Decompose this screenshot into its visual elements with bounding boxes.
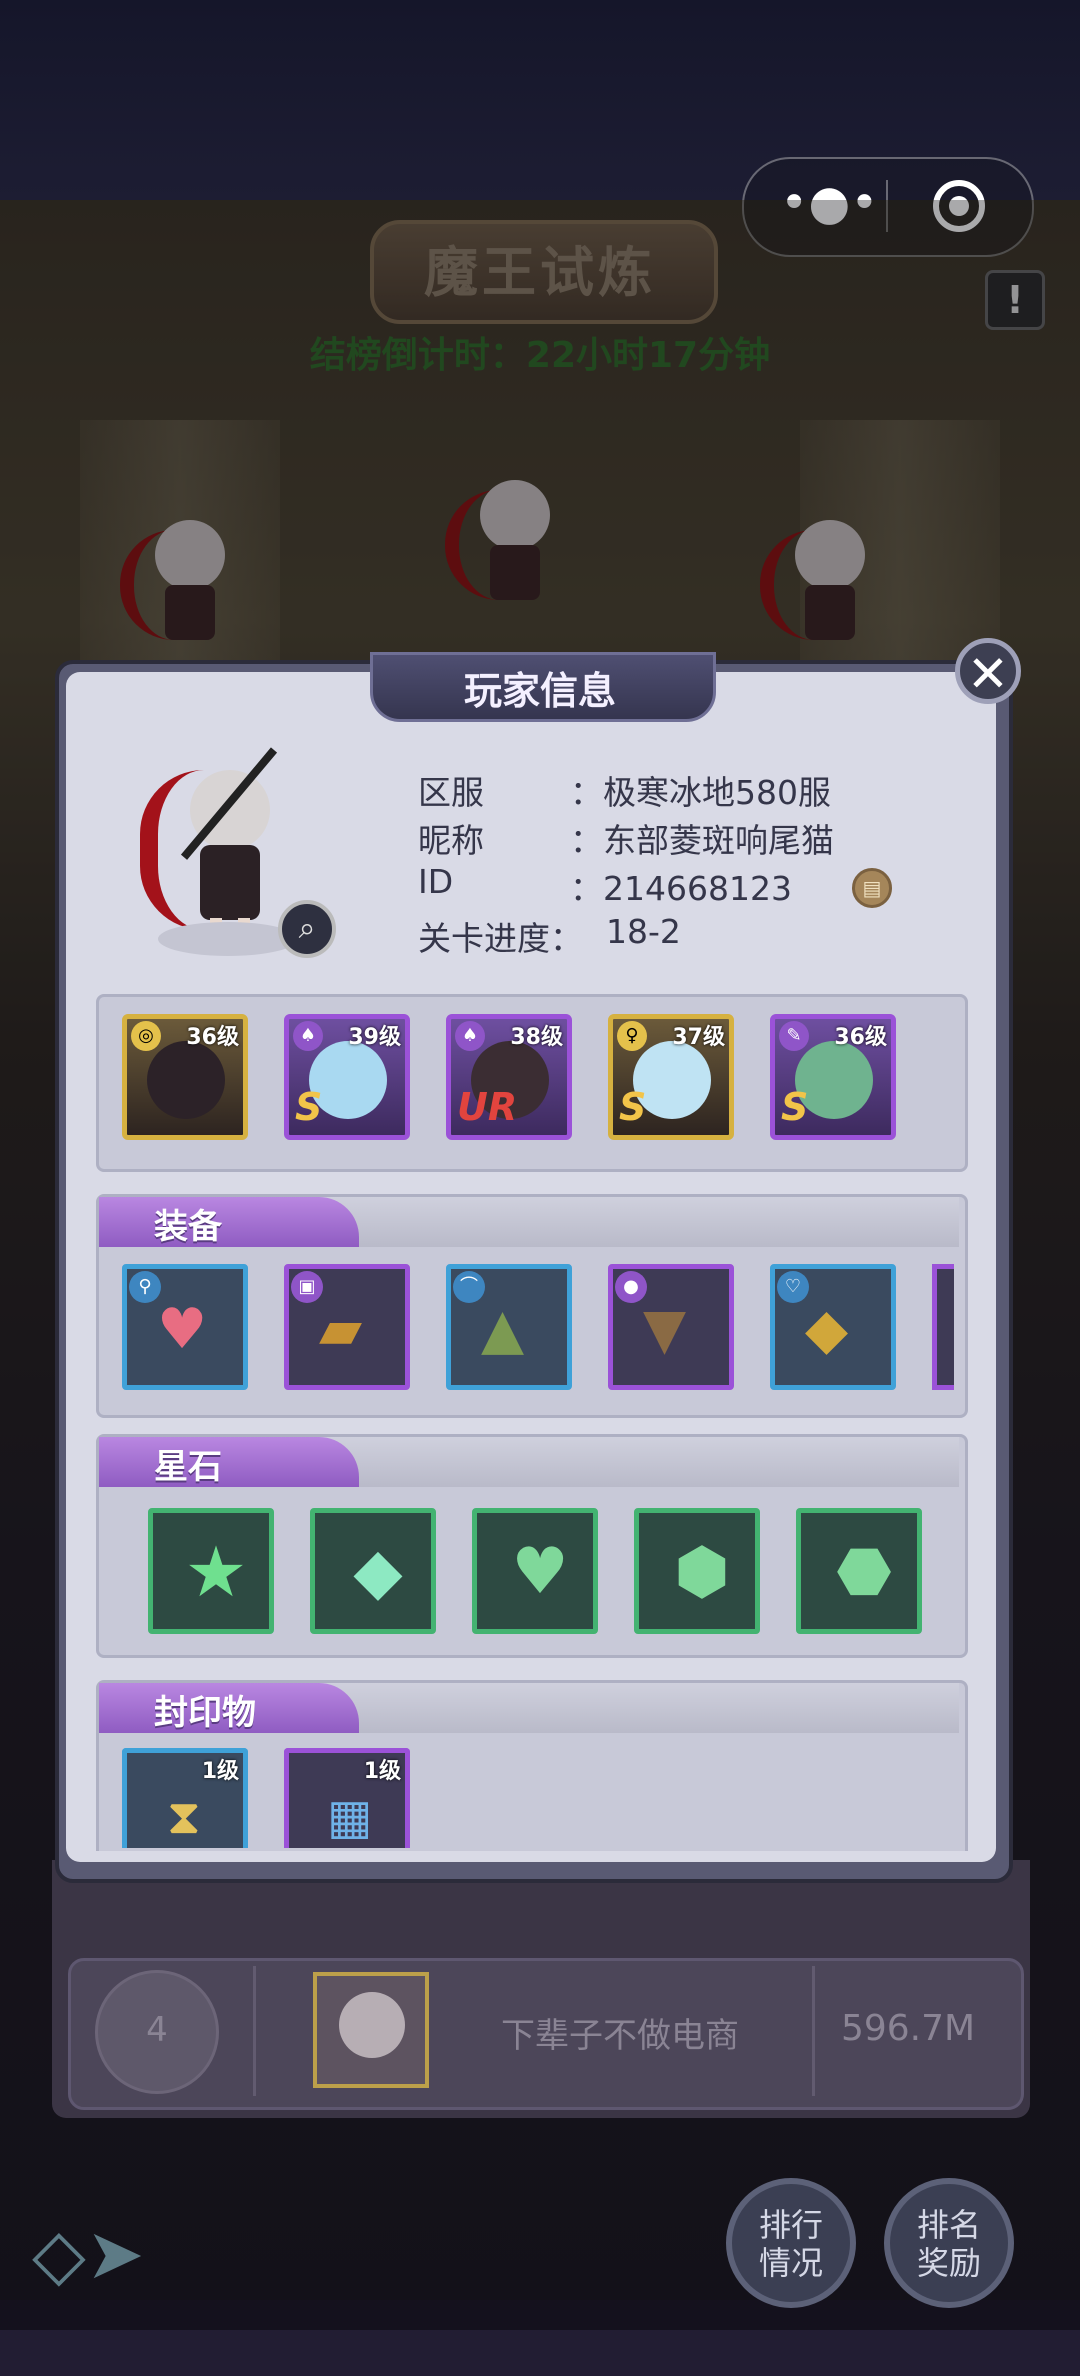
star-stone-slot[interactable]: ★ <box>148 1508 274 1634</box>
progress-label: 关卡进度： <box>418 919 583 958</box>
close-icon[interactable]: ✕ <box>955 638 1021 704</box>
seal-slot[interactable]: 1级 ▦ <box>284 1748 410 1848</box>
star-stone-slot[interactable]: ♥ <box>472 1508 598 1634</box>
dialog-title: 玩家信息 <box>463 669 616 713</box>
rank-score: 596.7M <box>840 2008 976 2049</box>
seal-title: 封印物 <box>154 1693 256 1733</box>
back-arrow-icon[interactable]: ◇➤ <box>32 2214 172 2294</box>
rank-avatar <box>313 1972 429 2088</box>
hero-card[interactable]: ◎ 36级 <box>122 1014 248 1140</box>
progress-value: 18-2 <box>606 912 681 951</box>
equipment-slot-partial[interactable] <box>932 1264 954 1390</box>
hero-card[interactable]: ♠ 38级 UR <box>446 1014 572 1140</box>
rarity-badge: S <box>781 1085 809 1129</box>
hero-level: 36级 <box>834 1025 887 1050</box>
id-label: ID <box>418 862 454 901</box>
divider <box>253 1966 256 2096</box>
staff-icon: ♀ <box>617 1021 647 1051</box>
green-hat-icon: ▲ <box>481 1297 525 1362</box>
claw-icon: ♠ <box>455 1021 485 1051</box>
chip-icon: ▦ <box>327 1789 373 1845</box>
hero-level: 36级 <box>186 1025 239 1050</box>
hero-level: 39级 <box>348 1025 401 1050</box>
seal-slot[interactable]: 1级 ⧗ <box>122 1748 248 1848</box>
seal-level: 1级 <box>363 1759 401 1784</box>
spell-book-icon: ▰ <box>319 1297 363 1362</box>
seal-level: 1级 <box>201 1759 239 1784</box>
rarity-badge: S <box>295 1085 323 1129</box>
equipment-slot[interactable]: ⌒ ▲ <box>446 1264 572 1390</box>
star-stone-title: 星石 <box>154 1447 222 1487</box>
star-stone-slot[interactable]: ⬢ <box>634 1508 760 1634</box>
heart-gem-icon: ♥ <box>511 1535 569 1609</box>
feather-icon: ✎ <box>779 1021 809 1051</box>
equipment-slot[interactable]: ● ▼ <box>608 1264 734 1390</box>
section-tab <box>99 1197 359 1247</box>
equipment-slot[interactable]: ♡ ◆ <box>770 1264 896 1390</box>
rarity-badge: UR <box>457 1085 518 1129</box>
crystal-gem-icon: ◆ <box>353 1535 403 1609</box>
section-tab <box>99 1437 359 1487</box>
nickname-value: ：东部菱斑响尾猫 <box>570 821 834 860</box>
equipment-slot[interactable]: ⚲ ♥ <box>122 1264 248 1390</box>
id-value: ：214668123 <box>570 869 792 908</box>
equipment-slot[interactable]: ▣ ▰ <box>284 1264 410 1390</box>
cloak-icon: ▼ <box>643 1297 687 1362</box>
rank-number: 4 <box>146 2010 168 2050</box>
star-stone-slot[interactable]: ⬣ <box>796 1508 922 1634</box>
hero-card[interactable]: ♀ 37级 S <box>608 1014 734 1140</box>
hero-card[interactable]: ✎ 36级 S <box>770 1014 896 1140</box>
hourglass-icon: ⧗ <box>167 1789 201 1845</box>
rank-reward-button[interactable]: 排名 奖励 <box>884 2178 1014 2308</box>
rank-player-name: 下辈子不做电商 <box>501 2016 739 2056</box>
avatar-pedestal <box>158 922 298 956</box>
rarity-badge: S <box>619 1085 647 1129</box>
nickname-label: 昵称 <box>418 821 484 860</box>
rank-status-button[interactable]: 排行 情况 <box>726 2178 856 2308</box>
gold-ring-icon: ◆ <box>805 1297 849 1362</box>
equipment-title: 装备 <box>154 1207 222 1247</box>
claw-icon: ♠ <box>293 1021 323 1051</box>
server-label: 区服 <box>418 773 484 812</box>
swirl-icon: ◎ <box>131 1021 161 1051</box>
hex-gem-icon: ⬣ <box>836 1535 892 1609</box>
hero-card[interactable]: ♠ 39级 S <box>284 1014 410 1140</box>
hero-level: 38级 <box>510 1025 563 1050</box>
heart-wand-icon: ♥ <box>157 1297 208 1362</box>
server-value: ：极寒冰地580服 <box>570 773 831 812</box>
hero-level: 37级 <box>672 1025 725 1050</box>
copy-icon[interactable]: ▤ <box>852 868 892 908</box>
magnifier-icon[interactable]: ⌕ <box>278 900 336 958</box>
bottom-bar-bg <box>0 2330 1080 2376</box>
star-stone-slot[interactable]: ◆ <box>310 1508 436 1634</box>
round-gem-icon: ⬢ <box>674 1535 730 1609</box>
star-gem-icon: ★ <box>184 1531 248 1613</box>
